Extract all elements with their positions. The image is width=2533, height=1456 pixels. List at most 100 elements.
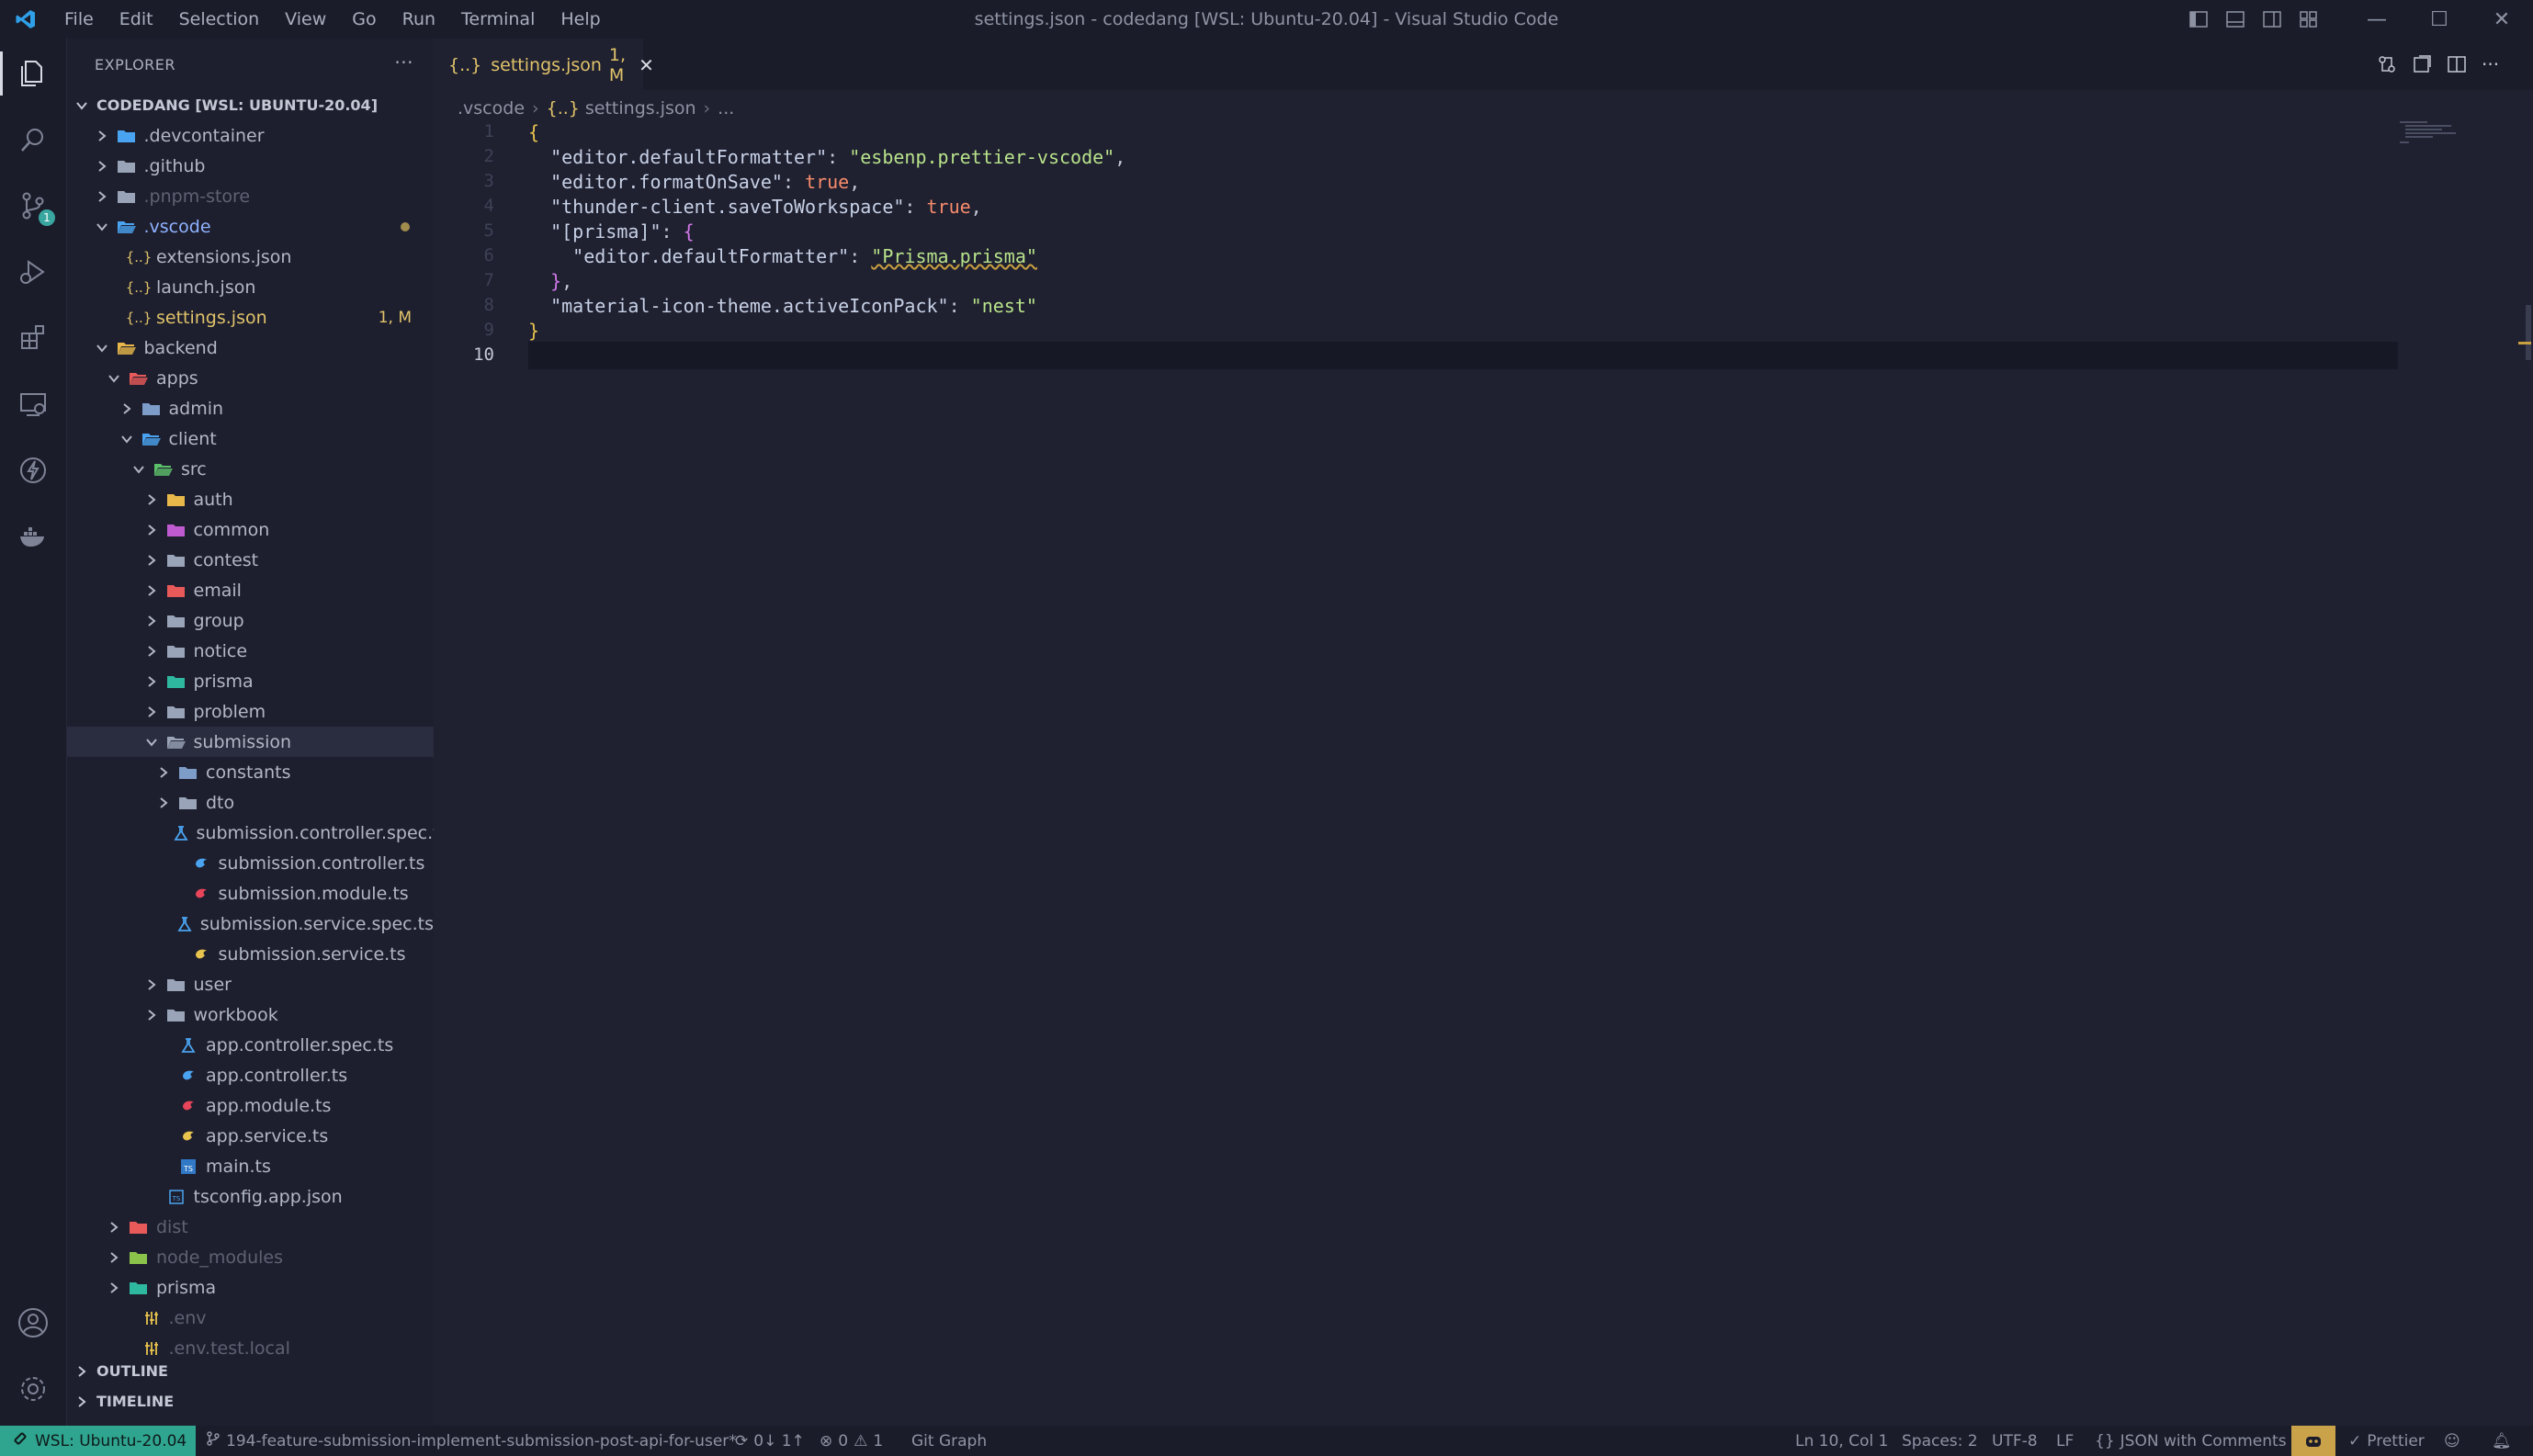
remote-indicator[interactable]: WSL: Ubuntu-20.04 <box>0 1426 196 1456</box>
breadcrumb-symbol[interactable]: ... <box>718 98 734 119</box>
menu-help[interactable]: Help <box>548 9 613 29</box>
maximize-icon[interactable]: ☐ <box>2408 0 2471 39</box>
folder-client[interactable]: client <box>67 423 434 454</box>
folder-workbook[interactable]: workbook <box>67 999 434 1030</box>
breadcrumb-folder[interactable]: .vscode <box>458 98 525 119</box>
file-launch-json[interactable]: {..} launch.json <box>67 272 434 302</box>
file-main-ts[interactable]: TS main.ts <box>67 1151 434 1181</box>
folder-problem[interactable]: problem <box>67 696 434 727</box>
folder-notice[interactable]: notice <box>67 636 434 666</box>
folder-prisma[interactable]: prisma <box>67 666 434 696</box>
indentation[interactable]: Spaces: 2 <box>1902 1426 1978 1456</box>
language-mode[interactable]: {} JSON with Comments <box>2095 1426 2287 1456</box>
toggle-secondary-sidebar-icon[interactable] <box>2254 0 2290 39</box>
notifications-bell-icon[interactable]: 🔔︎ <box>2492 1426 2512 1456</box>
git-graph-button[interactable]: Git Graph <box>911 1426 987 1456</box>
file-submission-service-ts[interactable]: submission.service.ts <box>67 939 434 969</box>
file-submission-controller-spec-ts[interactable]: submission.controller.spec.ts <box>67 818 449 848</box>
folder-dist[interactable]: dist <box>67 1212 434 1242</box>
remote-explorer-icon[interactable] <box>0 377 66 432</box>
timeline-section[interactable]: TIMELINE <box>67 1386 434 1416</box>
workspace-root[interactable]: CODEDANG [WSL: UBUNTU-20.04] <box>67 90 434 120</box>
split-editor-icon[interactable] <box>2447 39 2467 90</box>
minimap[interactable] <box>2400 119 2464 147</box>
breadcrumb-file[interactable]: settings.json <box>585 98 696 119</box>
docker-icon[interactable] <box>0 509 66 564</box>
folder-email[interactable]: email <box>67 575 434 605</box>
thunder-client-icon[interactable] <box>0 443 66 498</box>
minimize-icon[interactable]: — <box>2346 0 2408 39</box>
folder-src[interactable]: src <box>67 454 434 484</box>
menu-edit[interactable]: Edit <box>107 9 166 29</box>
menu-run[interactable]: Run <box>390 9 448 29</box>
close-tab-icon[interactable]: ✕ <box>639 54 654 76</box>
folder-dto[interactable]: dto <box>67 787 434 818</box>
file-submission-service-spec-ts[interactable]: submission.service.spec.ts <box>67 909 434 939</box>
copilot-icon[interactable] <box>2291 1426 2335 1456</box>
folder-user[interactable]: user <box>67 969 434 999</box>
folder-pnpm-store[interactable]: .pnpm-store <box>67 181 434 211</box>
explorer-icon[interactable] <box>0 46 66 101</box>
menu-view[interactable]: View <box>272 9 339 29</box>
folder-devcontainer[interactable]: .devcontainer <box>67 120 434 151</box>
source-control-icon[interactable]: 1 <box>0 178 66 233</box>
file-app-service-ts[interactable]: app.service.ts <box>67 1121 434 1151</box>
folder-auth[interactable]: auth <box>67 484 434 514</box>
file-tsconfig-app-json[interactable]: TS tsconfig.app.json <box>67 1181 434 1212</box>
customize-layout-icon[interactable] <box>2290 0 2327 39</box>
run-debug-icon[interactable] <box>0 244 66 299</box>
file-extensions-json[interactable]: {..} extensions.json <box>67 242 434 272</box>
file-app-controller-spec-ts[interactable]: app.controller.spec.ts <box>67 1030 434 1060</box>
file-submission-controller-ts[interactable]: submission.controller.ts <box>67 848 434 878</box>
folder-common[interactable]: common <box>67 514 434 545</box>
folder-constants[interactable]: constants <box>67 757 434 787</box>
menu-terminal[interactable]: Terminal <box>448 9 548 29</box>
folder-admin[interactable]: admin <box>67 393 434 423</box>
folder-icon <box>166 1006 187 1024</box>
line-ending[interactable]: LF <box>2056 1426 2074 1456</box>
chevron-right-icon <box>154 794 173 812</box>
folder-node-modules[interactable]: node_modules <box>67 1242 434 1272</box>
folder-github[interactable]: .github <box>67 151 434 181</box>
toggle-panel-icon[interactable] <box>2217 0 2254 39</box>
folder-contest[interactable]: contest <box>67 545 434 575</box>
folder-vscode[interactable]: .vscode <box>67 211 434 242</box>
prettier-indicator[interactable]: ✓ Prettier <box>2348 1426 2425 1456</box>
problems-indicator[interactable]: ⊗ 0 ⚠ 1 <box>820 1426 883 1456</box>
folder-apps[interactable]: apps <box>67 363 434 393</box>
folder-backend[interactable]: backend <box>67 333 434 363</box>
file-app-controller-ts[interactable]: app.controller.ts <box>67 1060 434 1090</box>
tree-item-label: .vscode <box>143 216 211 237</box>
settings-gear-icon[interactable] <box>0 1361 66 1416</box>
search-icon[interactable] <box>0 112 66 167</box>
folder-submission[interactable]: submission <box>67 727 434 757</box>
outline-section[interactable]: OUTLINE <box>67 1356 434 1386</box>
folder-group[interactable]: group <box>67 605 434 636</box>
file-app-module-ts[interactable]: app.module.ts <box>67 1090 434 1121</box>
open-settings-ui-icon[interactable] <box>2412 39 2432 90</box>
menu-go[interactable]: Go <box>339 9 389 29</box>
extensions-icon[interactable] <box>0 310 66 366</box>
tab-settings-json[interactable]: {..} settings.json 1, M ✕ <box>434 39 654 90</box>
branch-indicator[interactable]: 194-feature-submission-implement-submiss… <box>206 1426 737 1456</box>
file-env[interactable]: .env <box>67 1303 434 1333</box>
toggle-primary-sidebar-icon[interactable] <box>2180 0 2217 39</box>
cursor-position[interactable]: Ln 10, Col 1 <box>1795 1426 1888 1456</box>
scrollbar-thumb[interactable] <box>2526 305 2531 360</box>
file-submission-module-ts[interactable]: submission.module.ts <box>67 878 434 909</box>
feedback-icon[interactable]: ☺ <box>2444 1426 2460 1456</box>
sync-indicator[interactable]: ⟳ 0↓ 1↑ <box>735 1426 805 1456</box>
close-window-icon[interactable]: ✕ <box>2471 0 2533 39</box>
more-actions-icon[interactable]: ··· <box>394 51 413 73</box>
workspace-root-label: CODEDANG [WSL: UBUNTU-20.04] <box>96 96 378 114</box>
account-icon[interactable] <box>0 1295 66 1350</box>
encoding[interactable]: UTF-8 <box>1992 1426 2038 1456</box>
editor-more-actions-icon[interactable]: ··· <box>2482 39 2499 90</box>
folder-prisma[interactable]: prisma <box>67 1272 434 1303</box>
menu-selection[interactable]: Selection <box>166 9 273 29</box>
menu-file[interactable]: File <box>51 9 107 29</box>
open-changes-icon[interactable] <box>2377 39 2397 90</box>
file-settings-json[interactable]: {..} settings.json 1, M <box>67 302 434 333</box>
folder-open-icon <box>129 369 149 388</box>
